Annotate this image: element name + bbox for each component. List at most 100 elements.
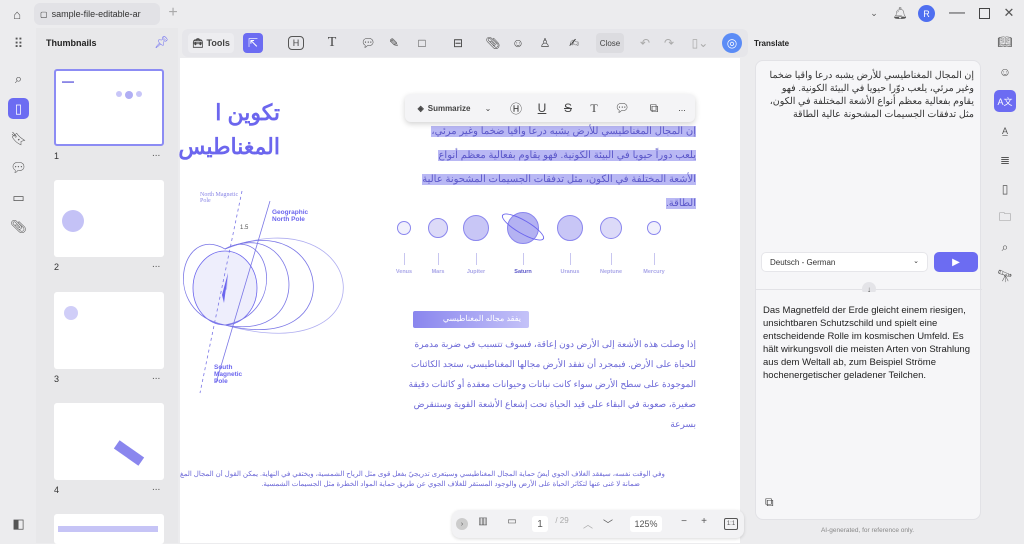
page-more-button[interactable]: ... [152,259,160,270]
close-window-button[interactable]: ✕ [1002,5,1016,21]
ai-chat-icon[interactable]: ☺ [994,61,1016,83]
attach-tool-icon[interactable]: 📎︎ [485,33,501,53]
pages-icon[interactable]: ▯ [8,98,29,119]
chevron-down-icon: ⌄ [913,258,919,265]
translate-icon[interactable]: A文 [994,90,1016,112]
grid-apps-icon[interactable]: ⠿ [8,33,29,54]
minimize-button[interactable]: — [949,4,965,21]
save-icon[interactable]: ▯⌄ [690,33,710,53]
page-thumbnail-4[interactable] [54,403,164,480]
document-tab[interactable]: ▢ sample-file-editable-ar [34,3,160,25]
document-page[interactable]: تكوين ا المغناطيس إن المجال المغناطيسي ل… [178,58,740,543]
presentation-icon[interactable]: ▭ [504,516,520,527]
footer-paragraph: وفي الوقت نفسه، سيفقد الغلاف الجوي أيضً … [180,471,665,488]
page-more-button[interactable]: ... [152,371,160,382]
search-ai-icon[interactable]: ⌕ [994,236,1016,258]
chevron-down-icon[interactable]: ⌄ [868,6,880,20]
measure-tool-icon[interactable]: ⊟ [450,33,466,53]
undo-icon[interactable]: ↶ [638,33,652,53]
planet-uranus [557,215,583,241]
page-layout-icon[interactable]: ▥ [476,516,490,527]
ai-icon: ◈ [417,103,424,113]
planets-row: Venus Mars Jupiter Saturn Uranus Neptune Mercu… [390,208,690,278]
select-tool-button[interactable]: ⇱ [243,33,263,53]
translate-title: Translate [754,39,790,48]
summarize-icon[interactable]: ≣ [994,149,1016,171]
planet-label: Mercury [643,269,665,275]
notification-bell-icon[interactable]: 🔔︎ [892,5,907,21]
avatar[interactable]: R [918,5,935,22]
signature-tool-icon[interactable]: ✍︎ [564,33,584,53]
copy-icon[interactable]: ⧉ [765,495,774,510]
ai-read-icon[interactable]: 📖︎ [994,31,1016,53]
target-language-select[interactable]: Deutsch - German ⌄ [761,252,928,272]
page-thumbnail-5[interactable] [54,514,164,544]
maximize-button[interactable] [979,8,990,19]
summarize-dropdown-icon[interactable]: ⌄ [483,98,493,118]
paperclip-icon[interactable]: 📎︎ [8,216,29,237]
telescope-icon[interactable]: 🔭︎ [994,265,1016,287]
zoom-level-input[interactable]: 125% [630,516,662,532]
send-icon: ▶ [952,256,960,268]
planet-mars [428,218,448,238]
next-page-button[interactable]: ﹀ [602,516,614,531]
text-annotation-icon[interactable]: T [587,98,601,118]
folder-ai-icon[interactable]: 🗀︎ [994,207,1016,229]
intro-paragraph[interactable]: إن المجال المغناطيسي للأرض يشبه درعا واق… [406,120,696,216]
book-icon[interactable]: ▯ [994,178,1016,200]
planet-tick [570,253,571,265]
previous-page-button[interactable]: ︿ [582,516,594,531]
planet-tick [611,253,612,265]
planet-venus [397,221,411,235]
search-icon[interactable]: ⌕ [8,68,29,89]
translation-result: Das Magnetfeld der Erde gleicht einem ri… [763,305,971,381]
page-more-button[interactable]: ... [152,482,160,493]
planet-tick [476,253,477,265]
page-thumbnail-1[interactable]: ▬▬ [54,69,164,146]
comment-tool-icon[interactable]: 💬︎ [360,33,376,53]
north-magnetic-pole-label: North Magnetic Pole [200,192,239,204]
planet-tick [404,253,405,265]
thumbnails-title: Thumbnails [46,38,97,48]
copy-icon[interactable]: ⧉ [647,98,661,118]
underline-icon[interactable]: U [535,98,549,118]
highlight-icon[interactable]: Ⓗ [509,98,523,118]
comment-icon[interactable]: 💬︎ [8,157,29,178]
tools-button[interactable]: 🧰︎ Tools [188,33,234,53]
zoom-out-button[interactable]: − [678,516,690,527]
pin-icon[interactable]: 📌︎ [154,35,169,49]
right-rail: 📖︎ ☺ A文 A̲ ≣ ▯ 🗀︎ ⌕ 🔭︎ [985,28,1024,543]
translate-page-icon[interactable]: A̲ [994,120,1016,142]
comment-icon[interactable]: 💬︎ [614,98,629,118]
more-options-button[interactable]: ... [675,98,689,118]
page-more-button[interactable]: ... [152,148,160,159]
source-text[interactable]: إن المجال المغناطيسي للأرض يشبه درعا واق… [766,69,974,121]
theme-icon[interactable]: ◧ [8,513,29,534]
translate-result-card: Das Magnetfeld der Erde gleicht einem ri… [755,292,981,520]
page-thumbnail-2[interactable] [54,180,164,257]
shape-tool-icon[interactable]: □ [414,33,430,53]
page-number-input[interactable]: 1 [532,516,548,532]
summarize-button[interactable]: ◈ Summarize [411,98,477,118]
page-number-4: 4 [54,485,60,495]
new-tab-button[interactable]: + [166,4,180,21]
stamp-tool-icon[interactable]: ♙ [537,33,553,53]
page-thumbnail-3[interactable] [54,292,164,369]
home-icon[interactable]: ⌂ [9,6,25,22]
bookmark-icon[interactable]: 🔖︎ [8,128,29,149]
highlight-tool-button[interactable]: H [288,36,304,50]
strikethrough-icon[interactable]: S [561,98,575,118]
selection-toolbar: ◈ Summarize ⌄ Ⓗ U S T 💬︎ ⧉ ... [405,94,695,122]
main-toolbar: 🧰︎ Tools ⇱ H T 💬︎ ✎ □ ⊟ 📎︎ ☺ ♙ ✍︎ Close ↶… [182,29,748,57]
ai-assistant-icon[interactable]: ◎ [722,33,742,53]
zoom-in-button[interactable]: + [698,516,710,527]
actual-size-button[interactable]: 1:1 [724,518,738,530]
close-button[interactable]: Close [596,33,624,53]
sticker-tool-icon[interactable]: ☺ [510,33,526,53]
translate-send-button[interactable]: ▶ [934,252,978,272]
text-tool-button[interactable]: T [324,33,340,53]
expand-icon[interactable]: › [456,518,468,530]
pen-tool-icon[interactable]: ✎ [386,33,402,53]
redo-icon[interactable]: ↷ [662,33,676,53]
attachment-panel-icon[interactable]: ▭ [8,187,29,208]
